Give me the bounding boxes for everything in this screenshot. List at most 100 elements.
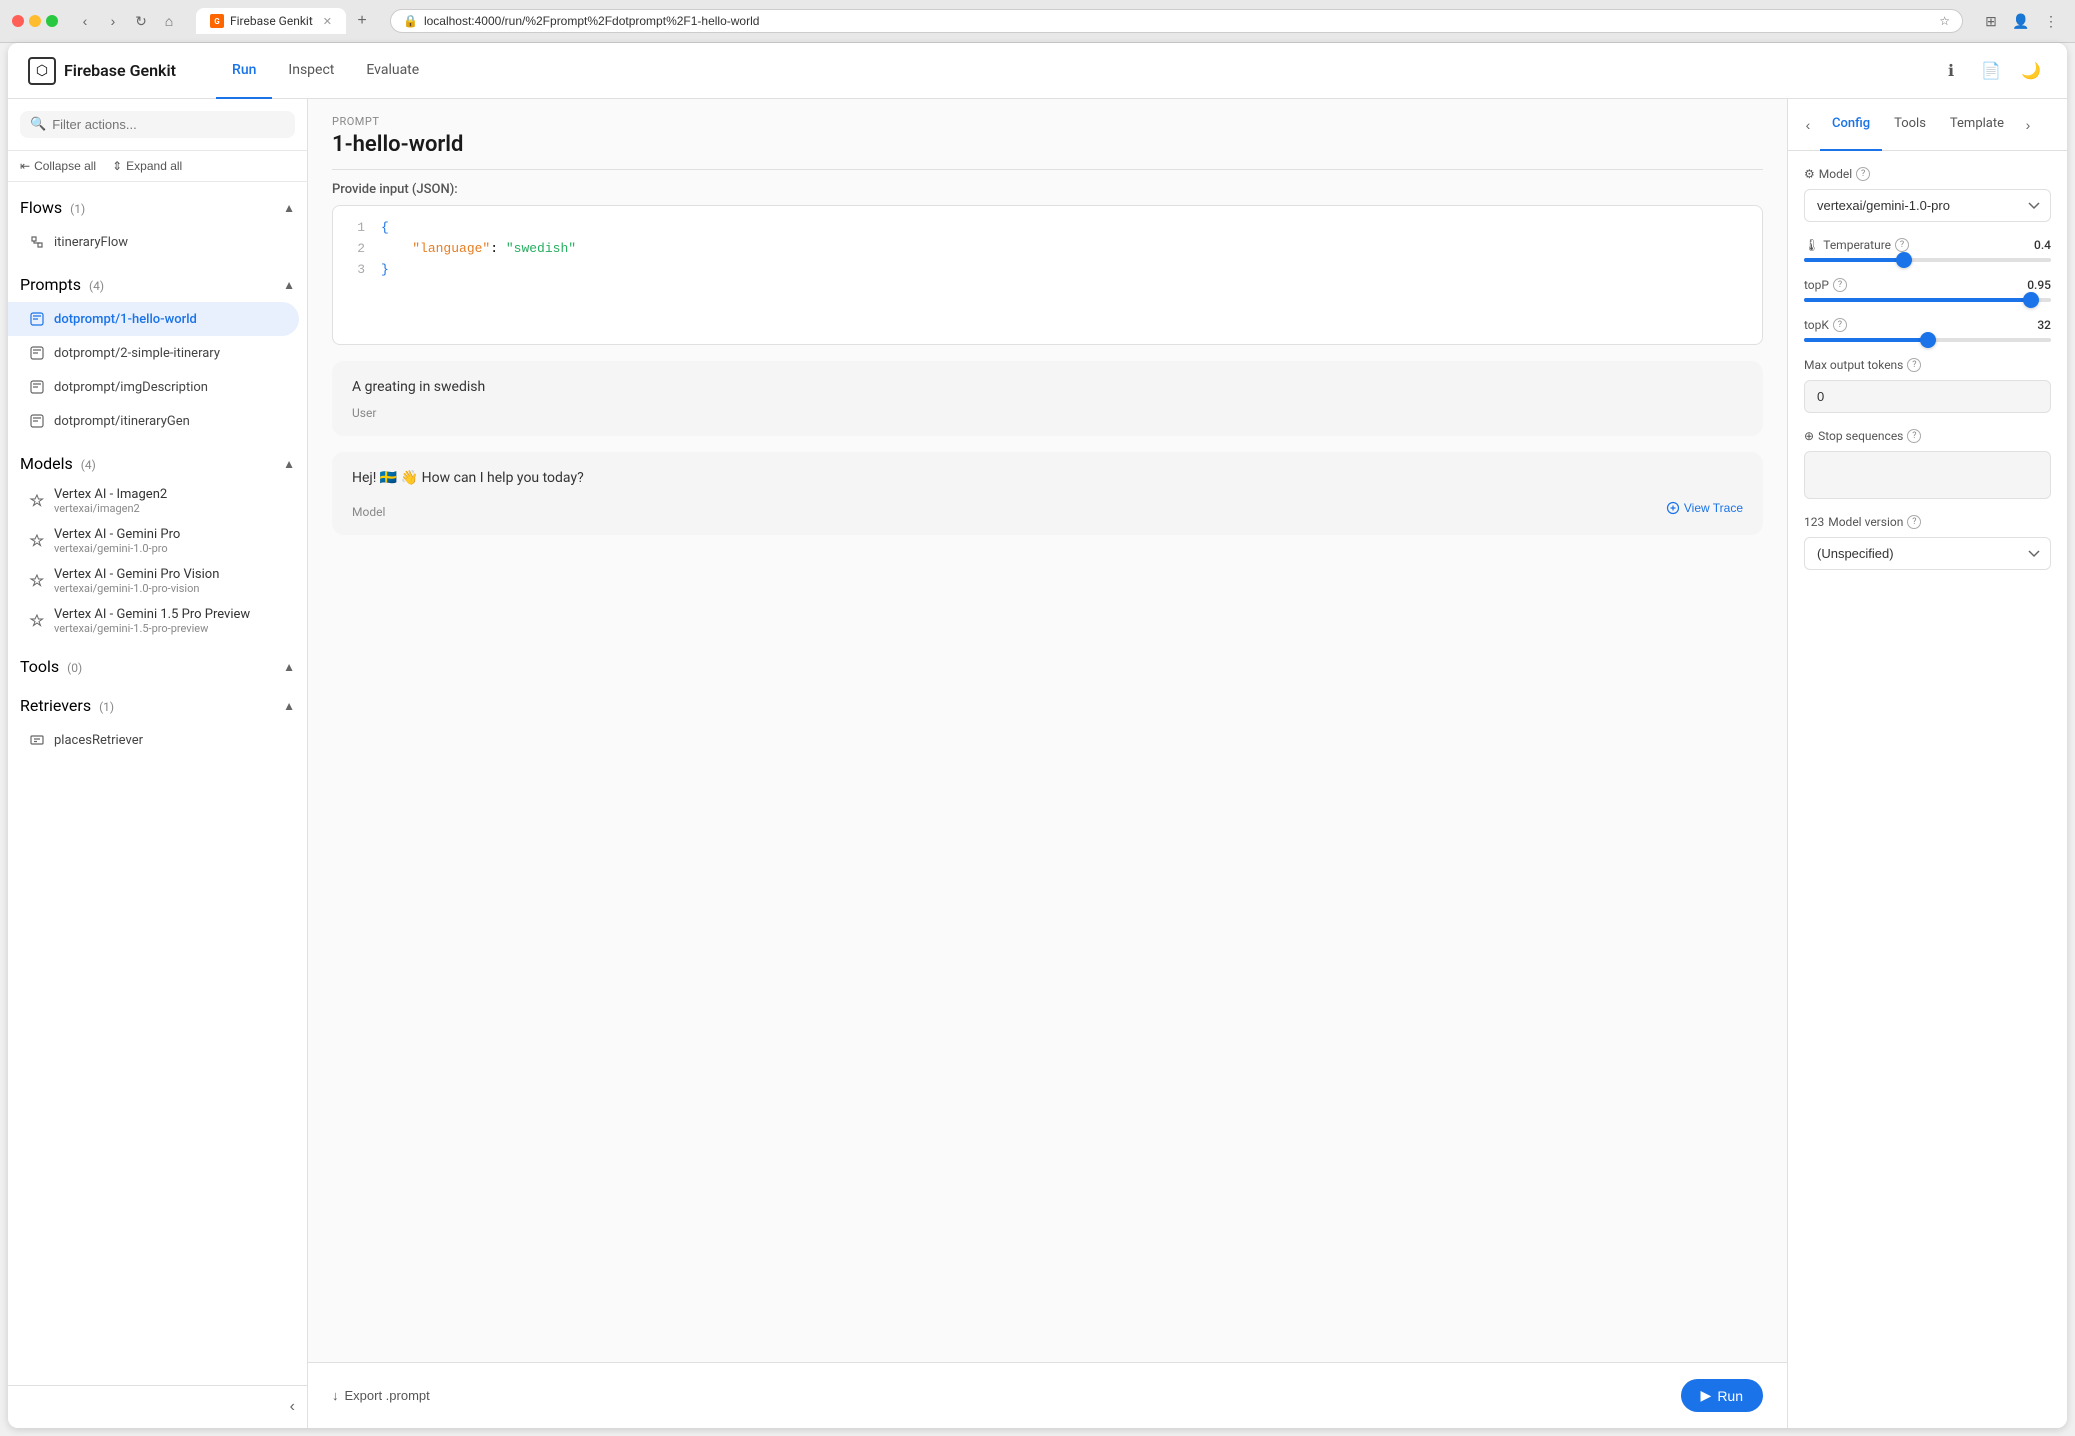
topp-label: topP ? bbox=[1804, 278, 1847, 292]
profile-button[interactable]: 👤 bbox=[2009, 9, 2033, 33]
menu-button[interactable]: ⋮ bbox=[2039, 9, 2063, 33]
flows-section-title: Flows (1) bbox=[20, 198, 85, 217]
nav-run[interactable]: Run bbox=[216, 43, 272, 99]
star-icon[interactable]: ☆ bbox=[1939, 14, 1950, 28]
sidebar-item-imgdescription[interactable]: dotprompt/imgDescription bbox=[8, 370, 307, 404]
home-button[interactable]: ⌂ bbox=[158, 10, 180, 32]
minimize-light[interactable] bbox=[29, 15, 41, 27]
tools-section-header[interactable]: Tools (0) ▲ bbox=[8, 649, 307, 684]
content-header: Prompt 1-hello-world bbox=[308, 99, 1787, 157]
model-help-icon[interactable]: ? bbox=[1856, 167, 1870, 181]
prompt-icon-2 bbox=[28, 344, 46, 362]
app-body: 🔍 ⇤ Collapse all ⇕ Expand all bbox=[8, 99, 2067, 1428]
models-section-header[interactable]: Models (4) ▲ bbox=[8, 446, 307, 481]
prompt-item-label-1: dotprompt/1-hello-world bbox=[54, 312, 197, 327]
retrievers-section-header[interactable]: Retrievers (1) ▲ bbox=[8, 688, 307, 723]
flow-item-label: itineraryFlow bbox=[54, 235, 128, 250]
code-content: 1 2 3 { "language": "swedish" } bbox=[333, 206, 1762, 292]
info-button[interactable]: ℹ bbox=[1935, 55, 1967, 87]
collapse-all-button[interactable]: ⇤ Collapse all bbox=[20, 159, 96, 173]
new-tab-button[interactable]: + bbox=[350, 9, 374, 33]
lock-icon: 🔒 bbox=[403, 14, 418, 28]
tab-close-button[interactable]: ✕ bbox=[323, 15, 332, 28]
sidebar-item-gemini-vision[interactable]: Vertex AI - Gemini Pro Vision vertexai/g… bbox=[8, 561, 307, 601]
temperature-slider[interactable] bbox=[1804, 258, 2051, 262]
model-version-field-group: 123 Model version ? (Unspecified)gemini-… bbox=[1804, 515, 2051, 570]
model-version-select[interactable]: (Unspecified)gemini-1.0-pro-001gemini-1.… bbox=[1804, 537, 2051, 570]
sidebar-item-placesretriever[interactable]: placesRetriever bbox=[8, 723, 307, 757]
sidebar-item-dotprompt2[interactable]: dotprompt/2-simple-itinerary bbox=[8, 336, 307, 370]
code-line-3: } bbox=[381, 260, 1750, 281]
flow-icon bbox=[28, 233, 46, 251]
model-icon: ⚙ bbox=[1804, 167, 1815, 181]
sidebar-item-gemini-15[interactable]: Vertex AI - Gemini 1.5 Pro Preview verte… bbox=[8, 601, 307, 641]
extensions-button[interactable]: ⊞ bbox=[1979, 9, 2003, 33]
sidebar-item-dotprompt1[interactable]: dotprompt/1-hello-world bbox=[8, 302, 299, 336]
user-message-role: User bbox=[352, 406, 1743, 420]
model-message-role: Model bbox=[352, 505, 385, 519]
forward-button[interactable]: › bbox=[102, 10, 124, 32]
browser-actions: ⊞ 👤 ⋮ bbox=[1979, 9, 2063, 33]
collapse-sidebar-button[interactable]: ‹ bbox=[286, 1394, 299, 1420]
topk-slider[interactable] bbox=[1804, 338, 2051, 342]
stop-sequences-help-icon[interactable]: ? bbox=[1907, 429, 1921, 443]
browser-chrome: ‹ › ↻ ⌂ G Firebase Genkit ✕ + 🔒 ☆ ⊞ 👤 ⋮ bbox=[0, 0, 2075, 43]
code-lines: { "language": "swedish" } bbox=[381, 218, 1750, 280]
sidebar-item-gemini-pro[interactable]: Vertex AI - Gemini Pro vertexai/gemini-1… bbox=[8, 521, 307, 561]
topp-slider-container: topP ? 0.95 bbox=[1804, 278, 2051, 302]
topp-slider[interactable] bbox=[1804, 298, 2051, 302]
sidebar-item-imagen2[interactable]: Vertex AI - Imagen2 vertexai/imagen2 bbox=[8, 481, 307, 521]
close-light[interactable] bbox=[12, 15, 24, 27]
tab-tools[interactable]: Tools bbox=[1882, 99, 1938, 151]
export-button[interactable]: ↓ Export .prompt bbox=[332, 1388, 430, 1403]
stop-sequences-input[interactable] bbox=[1804, 451, 2051, 499]
prompt-item-label-4: dotprompt/itineraryGen bbox=[54, 414, 190, 429]
prompt-item-label-2: dotprompt/2-simple-itinerary bbox=[54, 346, 220, 361]
model-icon-4 bbox=[28, 612, 46, 630]
model-version-help-icon[interactable]: ? bbox=[1907, 515, 1921, 529]
panel-next-button[interactable]: › bbox=[2016, 113, 2040, 137]
prompts-section-header[interactable]: Prompts (4) ▲ bbox=[8, 267, 307, 302]
flows-section-header[interactable]: Flows (1) ▲ bbox=[8, 190, 307, 225]
browser-navigation: ‹ › ↻ ⌂ bbox=[74, 10, 180, 32]
expand-icon: ⇕ bbox=[112, 159, 122, 173]
max-tokens-input[interactable] bbox=[1804, 380, 2051, 413]
prompts-arrow-icon: ▲ bbox=[283, 278, 295, 292]
docs-button[interactable]: 📄 bbox=[1975, 55, 2007, 87]
temperature-slider-header: 🌡 Temperature ? 0.4 bbox=[1804, 238, 2051, 252]
back-button[interactable]: ‹ bbox=[74, 10, 96, 32]
address-bar[interactable] bbox=[424, 14, 1933, 28]
tab-template[interactable]: Template bbox=[1938, 99, 2016, 151]
prompt-item-label-3: dotprompt/imgDescription bbox=[54, 380, 208, 395]
tab-config[interactable]: Config bbox=[1820, 99, 1882, 151]
logo-icon: ⬡ bbox=[28, 57, 56, 85]
prompts-section: Prompts (4) ▲ dotprompt/1-hello-world bbox=[8, 267, 307, 442]
models-section-title: Models (4) bbox=[20, 454, 96, 473]
theme-button[interactable]: 🌙 bbox=[2015, 55, 2047, 87]
flows-section: Flows (1) ▲ itineraryFlow bbox=[8, 190, 307, 263]
topk-help-icon[interactable]: ? bbox=[1833, 318, 1847, 332]
browser-tab[interactable]: G Firebase Genkit ✕ bbox=[196, 8, 346, 34]
model-select[interactable]: vertexai/gemini-1.0-provertexai/gemini-1… bbox=[1804, 189, 2051, 222]
stop-sequences-icon: ⊕ bbox=[1804, 429, 1814, 443]
sidebar-item-itinerarygen[interactable]: dotprompt/itineraryGen bbox=[8, 404, 307, 438]
run-button[interactable]: ▶ Run bbox=[1681, 1379, 1763, 1412]
maximize-light[interactable] bbox=[46, 15, 58, 27]
nav-inspect[interactable]: Inspect bbox=[272, 43, 350, 99]
expand-all-button[interactable]: ⇕ Expand all bbox=[112, 159, 182, 173]
content-title: 1-hello-world bbox=[332, 132, 1763, 157]
model-name-1: Vertex AI - Imagen2 bbox=[54, 487, 167, 502]
view-trace-button[interactable]: View Trace bbox=[1666, 501, 1743, 515]
max-tokens-help-icon[interactable]: ? bbox=[1907, 358, 1921, 372]
address-bar-container: 🔒 ☆ bbox=[390, 9, 1963, 33]
topk-slider-container: topK ? 32 bbox=[1804, 318, 2051, 342]
temperature-help-icon[interactable]: ? bbox=[1895, 238, 1909, 252]
search-input[interactable] bbox=[52, 117, 285, 132]
code-editor[interactable]: 1 2 3 { "language": "swedish" } bbox=[332, 205, 1763, 345]
panel-prev-button[interactable]: ‹ bbox=[1796, 113, 1820, 137]
sidebar-item-itineraryFlow[interactable]: itineraryFlow bbox=[8, 225, 307, 259]
topk-value: 32 bbox=[2037, 318, 2051, 332]
refresh-button[interactable]: ↻ bbox=[130, 10, 152, 32]
nav-evaluate[interactable]: Evaluate bbox=[350, 43, 435, 99]
topp-help-icon[interactable]: ? bbox=[1833, 278, 1847, 292]
